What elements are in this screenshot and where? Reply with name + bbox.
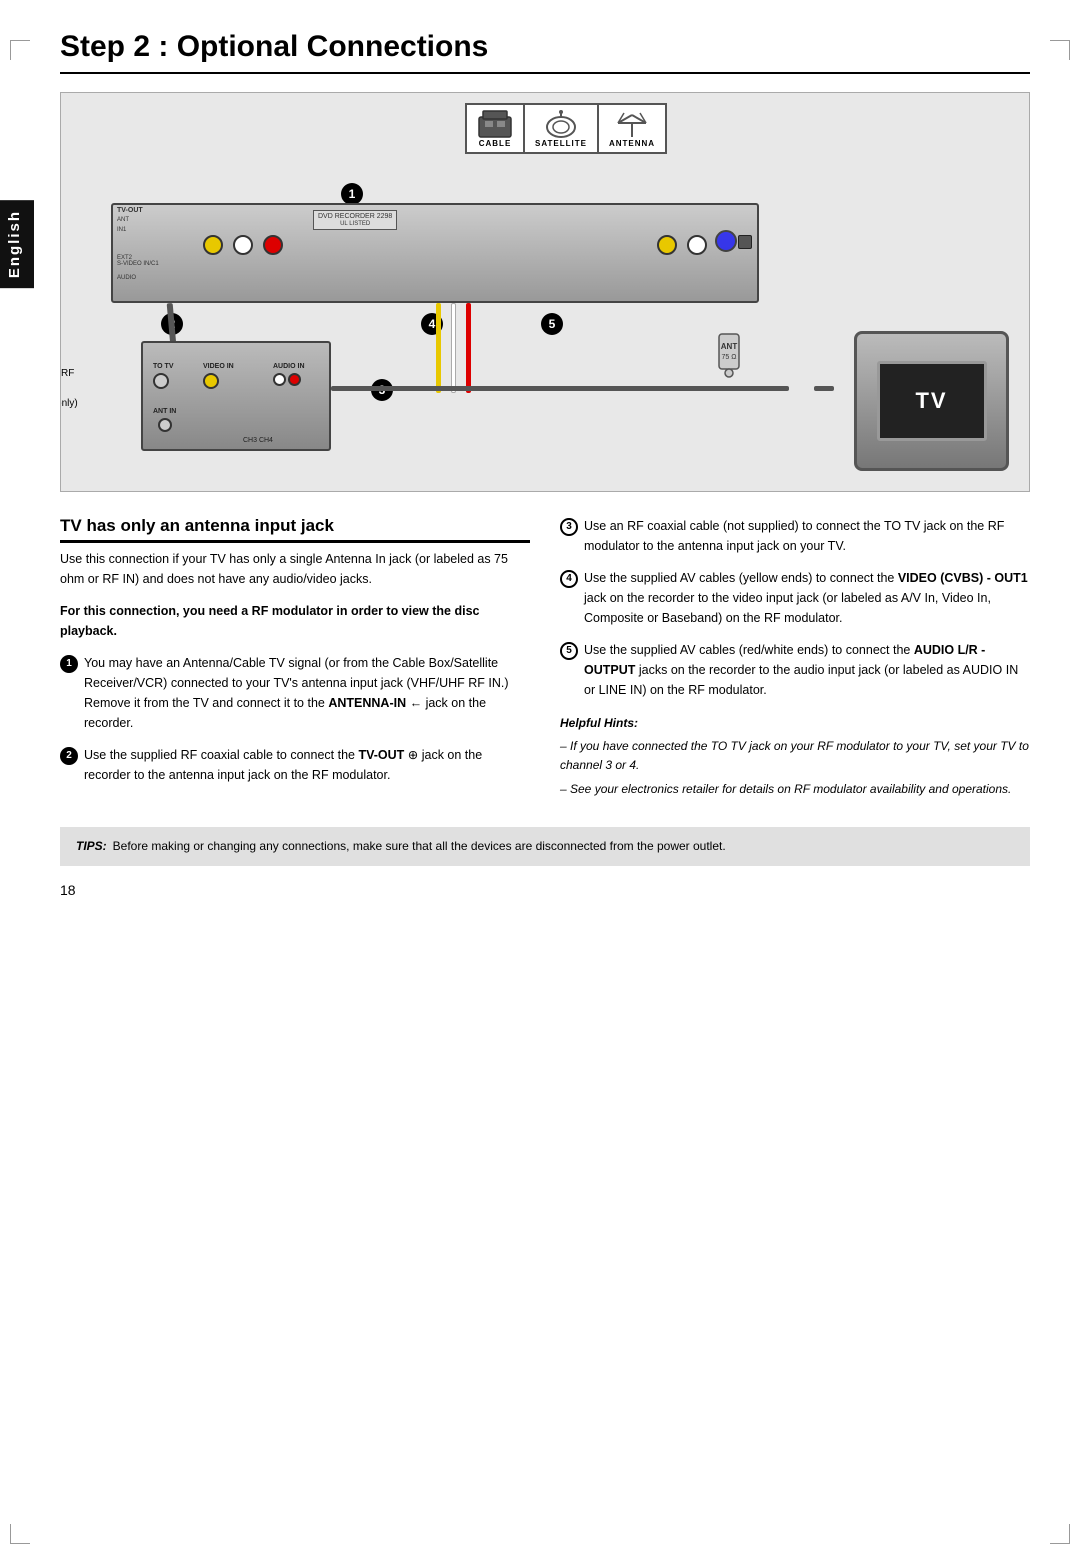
tips-label: TIPS: (76, 837, 107, 856)
satellite-input-icon: SATELLITE (523, 103, 597, 154)
port-w2 (687, 235, 707, 255)
step-5: 5 Use the supplied AV cables (red/white … (560, 640, 1030, 700)
cable-label: CABLE (479, 139, 512, 148)
tv-screen: TV (877, 361, 987, 441)
to-tv-wire-2 (814, 386, 834, 391)
step-2: 2 Use the supplied RF coaxial cable to c… (60, 745, 530, 785)
step-4-text: Use the supplied AV cables (yellow ends)… (584, 568, 1030, 628)
tv-illustration: TV (854, 331, 1009, 471)
corner-mark-br (1050, 1524, 1070, 1544)
step-1-text: You may have an Antenna/Cable TV signal … (84, 653, 530, 733)
step-3-text: Use an RF coaxial cable (not supplied) t… (584, 516, 1030, 556)
step-5-number: 5 (560, 642, 578, 660)
diagram-step-1: 1 (341, 183, 363, 205)
step-5-text: Use the supplied AV cables (red/white en… (584, 640, 1030, 700)
corner-mark-tl (10, 40, 30, 60)
page-title: Step 2 : Optional Connections (60, 30, 1030, 64)
audio-port-white (233, 235, 253, 255)
white-wire (451, 303, 456, 393)
tips-text: Before making or changing any connection… (113, 837, 726, 856)
port-hdmi (738, 235, 752, 249)
antenna-input-icon: ANTENNA (597, 103, 667, 154)
connection-diagram: CABLE SATELLITE (60, 92, 1030, 492)
ant-icon: ANT 75 Ω (709, 329, 749, 381)
yellow-wire (436, 303, 441, 393)
port-y2 (657, 235, 677, 255)
step-2-number: 2 (60, 747, 78, 765)
title-divider (60, 72, 1030, 74)
corner-mark-tr (1050, 40, 1070, 60)
red-wire (466, 303, 471, 393)
step-3-number: 3 (560, 518, 578, 536)
step-2-text: Use the supplied RF coaxial cable to con… (84, 745, 530, 785)
language-tab: English (0, 200, 34, 288)
rf-modulator: TO TV VIDEO IN ANT IN CH3 CH4 AUDIO IN (141, 341, 331, 451)
diagram-step-5: 5 (541, 313, 563, 335)
rf-modulator-label: Back of an RFModulator(Example only) (60, 366, 141, 411)
step-1-number: 1 (60, 655, 78, 673)
antenna-label: ANTENNA (609, 139, 655, 148)
recorder-body: TV-OUT ANT IN1 DVD RECORDER 2298 UL LIST… (111, 203, 759, 303)
rf-to-tv-wire (331, 386, 789, 391)
satellite-label: SATELLITE (535, 139, 587, 148)
port-digital (715, 230, 737, 252)
helpful-hints: Helpful Hints: – If you have connected t… (560, 714, 1030, 799)
step-4: 4 Use the supplied AV cables (yellow end… (560, 568, 1030, 628)
step-1: 1 You may have an Antenna/Cable TV signa… (60, 653, 530, 733)
right-content-column: 3 Use an RF coaxial cable (not supplied)… (560, 516, 1030, 803)
svg-text:75 Ω: 75 Ω (722, 354, 737, 361)
section-title: TV has only an antenna input jack (60, 516, 530, 543)
audio-port-red (263, 235, 283, 255)
video-port-yellow (203, 235, 223, 255)
svg-text:ANT: ANT (721, 342, 738, 351)
step-3: 3 Use an RF coaxial cable (not supplied)… (560, 516, 1030, 556)
hint-2: – See your electronics retailer for deta… (560, 780, 1030, 799)
section-warning: For this connection, you need a RF modul… (60, 601, 530, 641)
tips-box: TIPS: Before making or changing any conn… (60, 827, 1030, 866)
page-number: 18 (60, 882, 1030, 898)
hints-title: Helpful Hints: (560, 714, 1030, 733)
cable-input-icon: CABLE (465, 103, 523, 154)
section-intro: Use this connection if your TV has only … (60, 549, 530, 589)
step-4-number: 4 (560, 570, 578, 588)
left-content-column: TV has only an antenna input jack Use th… (60, 516, 530, 803)
corner-mark-bl (10, 1524, 30, 1544)
hint-1: – If you have connected the TO TV jack o… (560, 737, 1030, 775)
